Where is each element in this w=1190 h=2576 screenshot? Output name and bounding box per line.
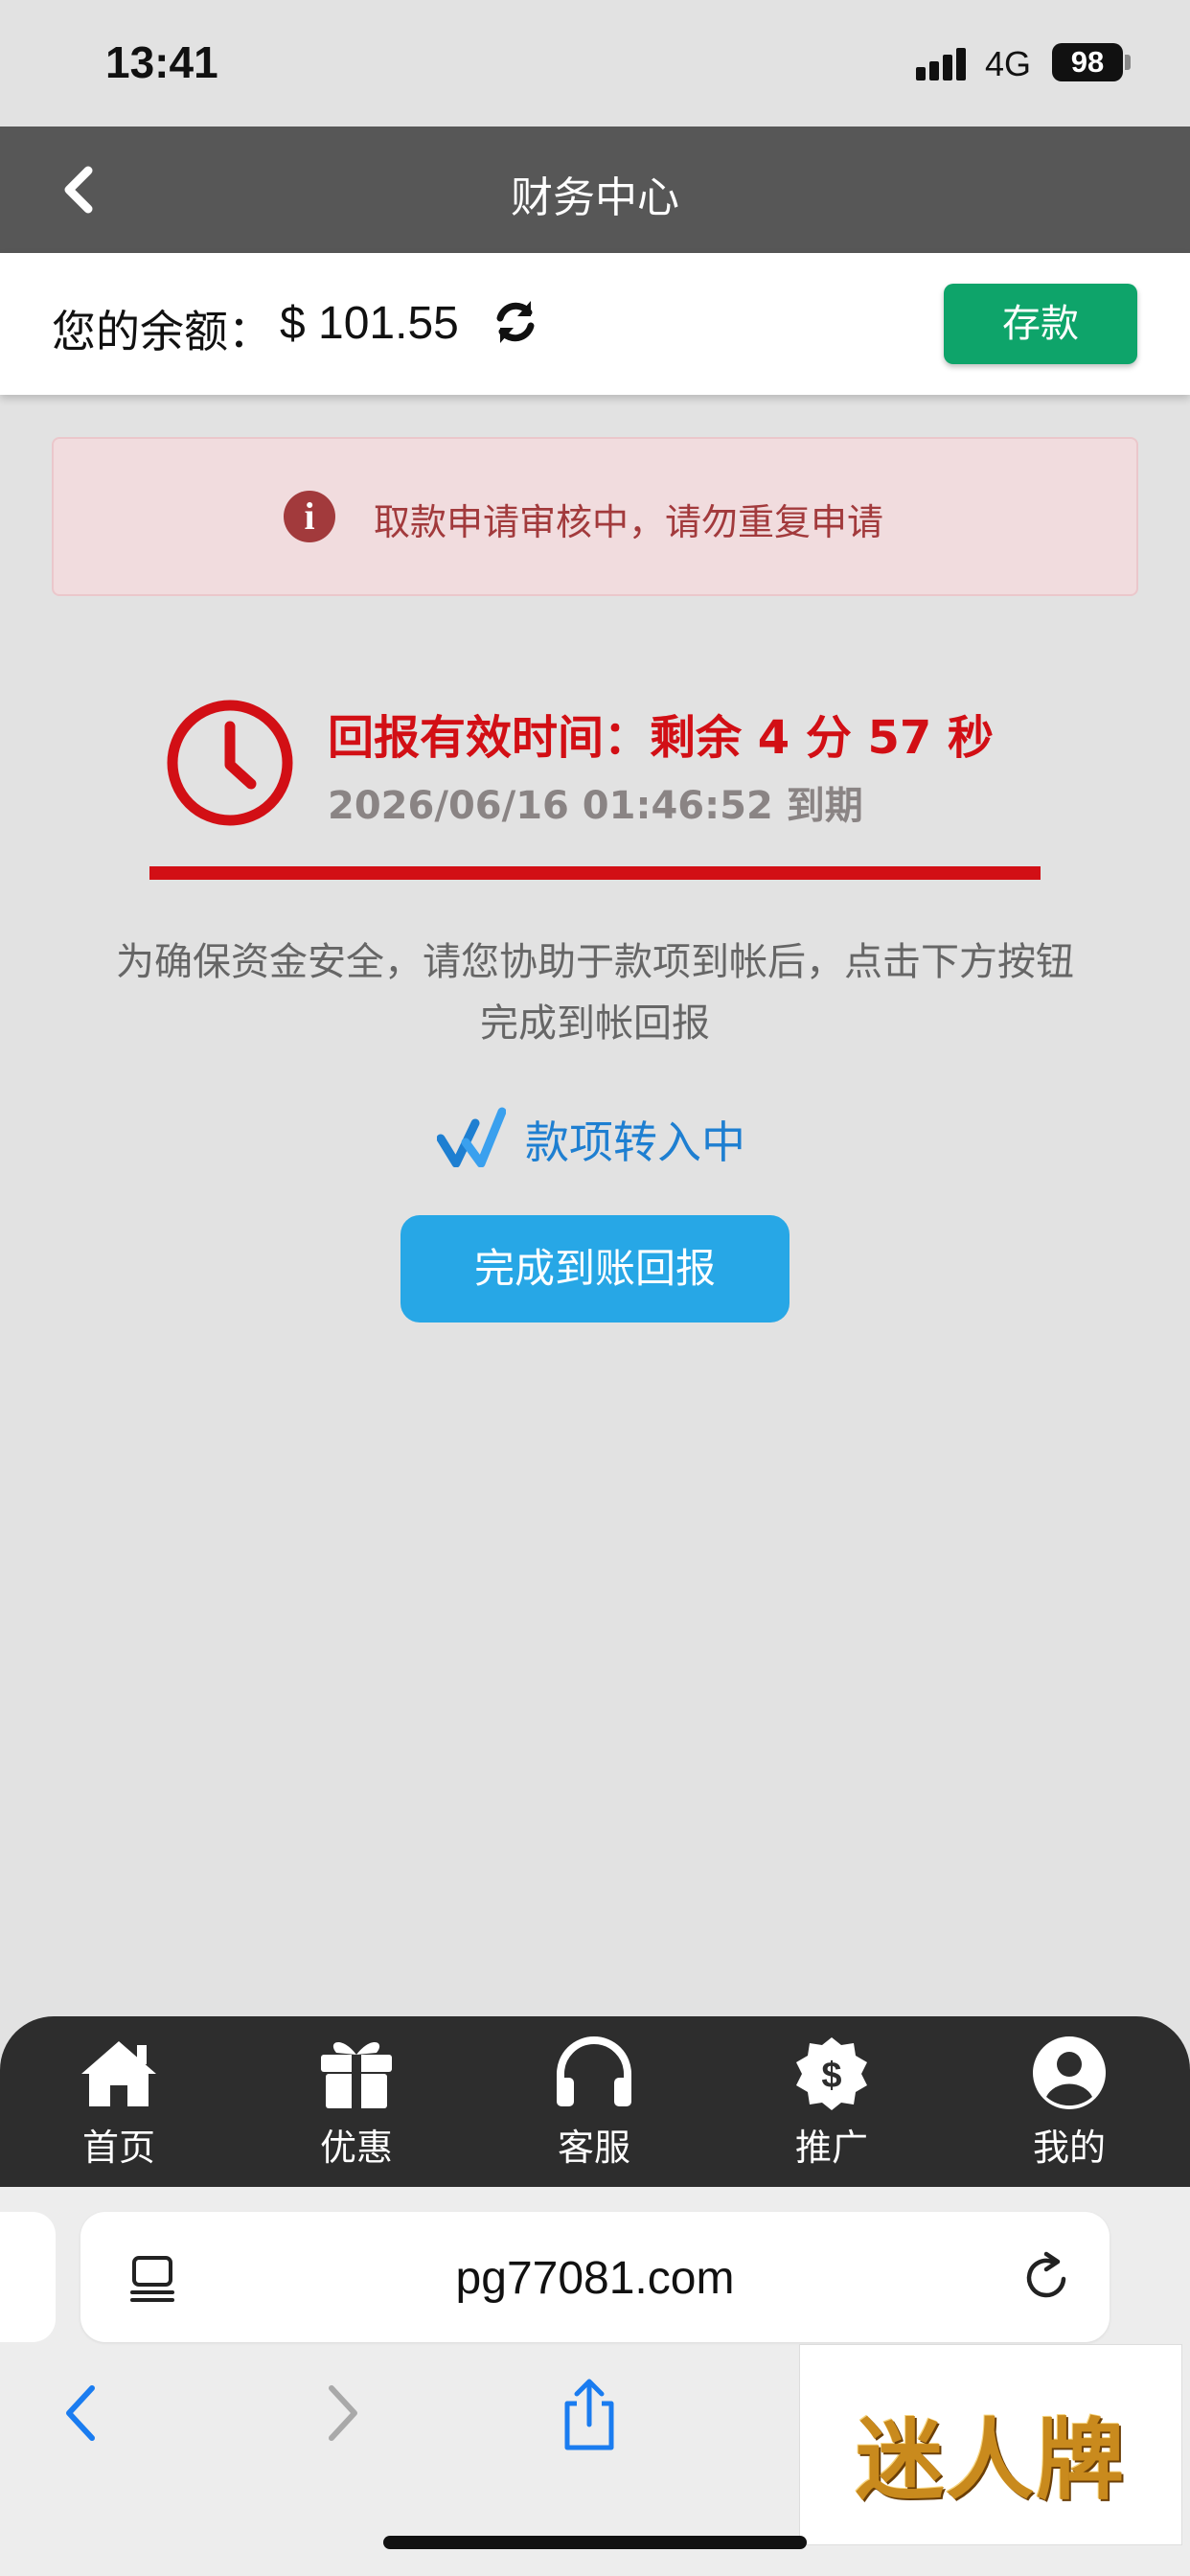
page-title: 财务中心 <box>511 173 679 222</box>
status-time: 13:41 <box>105 37 218 87</box>
notice-line-2: 完成到帐回报 <box>480 1001 710 1046</box>
reload-icon[interactable] <box>1019 2250 1075 2306</box>
chevron-left-icon <box>66 2385 95 2441</box>
complete-report-button[interactable]: 完成到账回报 <box>400 1215 790 1322</box>
previous-tab-preview[interactable] <box>0 2212 56 2342</box>
browser-back-button[interactable] <box>50 2375 117 2451</box>
transfer-status: 款项转入中 <box>436 1102 820 1169</box>
tab-label: 首页 <box>81 2127 155 2169</box>
nav-bar: 财务中心 <box>0 126 1190 253</box>
notice-text: 为确保资金安全，请您协助于款项到帐后，点击下方按钮 完成到帐回报 <box>57 932 1133 1054</box>
balance-row: 您的余额： $ 101.55 存款 <box>0 253 1190 395</box>
watermark-text: 迷人牌 <box>855 2408 1126 2512</box>
timer-remaining: 回报有效时间：剩余 4 分 57 秒 <box>328 711 995 765</box>
refresh-icon[interactable] <box>491 297 540 347</box>
chevron-right-icon <box>329 2385 357 2441</box>
tab-label: 推广 <box>794 2127 868 2169</box>
signal-icon <box>916 46 970 80</box>
divider <box>149 866 1041 880</box>
tab-label: 客服 <box>557 2127 630 2169</box>
status-bar: 13:41 4G 98 <box>0 0 1190 126</box>
watermark-logo: 迷人牌 <box>799 2344 1182 2545</box>
tab-promote[interactable]: $ 推广 <box>736 2036 927 2179</box>
tab-label: 我的 <box>1032 2127 1106 2169</box>
url-text: pg77081.com <box>455 2253 735 2304</box>
network-type: 4G <box>985 44 1032 83</box>
alert-box: i 取款申请审核中，请勿重复申请 <box>52 437 1138 596</box>
info-circle-icon: i <box>284 491 335 542</box>
bottom-nav: 首页 优惠 客服 $ 推广 我的 <box>0 2016 1190 2187</box>
address-bar[interactable]: pg77081.com <box>80 2212 1110 2342</box>
share-button[interactable] <box>556 2375 623 2451</box>
home-icon <box>81 2041 156 2106</box>
transfer-label: 款项转入中 <box>525 1116 745 1168</box>
battery-tip <box>1125 55 1131 70</box>
alert-message: 取款申请审核中，请勿重复申请 <box>374 501 884 543</box>
tab-promotions[interactable]: 优惠 <box>261 2036 452 2179</box>
tab-profile[interactable]: 我的 <box>973 2036 1165 2179</box>
headset-icon <box>557 2036 631 2106</box>
notice-line-1: 为确保资金安全，请您协助于款项到帐后，点击下方按钮 <box>116 940 1074 984</box>
clock-icon <box>165 698 295 828</box>
deposit-button[interactable]: 存款 <box>944 284 1137 364</box>
tab-label: 优惠 <box>319 2127 393 2169</box>
balance-amount: $ 101.55 <box>280 298 459 349</box>
battery-icon: 98 <box>1052 43 1123 81</box>
tab-support[interactable]: 客服 <box>498 2036 690 2179</box>
balance-label: 您的余额： <box>52 306 272 357</box>
share-icon <box>564 2379 614 2450</box>
gift-icon <box>321 2041 392 2108</box>
home-indicator[interactable] <box>383 2536 807 2549</box>
user-circle-icon <box>1033 2036 1106 2109</box>
tab-home[interactable]: 首页 <box>23 2036 215 2179</box>
svg-text:$: $ <box>821 2056 841 2096</box>
loading-icon <box>436 1106 507 1168</box>
dollar-badge-icon: $ <box>796 2037 867 2110</box>
timer-expiry: 2026/06/16 01:46:52 到期 <box>328 784 863 828</box>
browser-forward-button[interactable] <box>307 2375 374 2451</box>
